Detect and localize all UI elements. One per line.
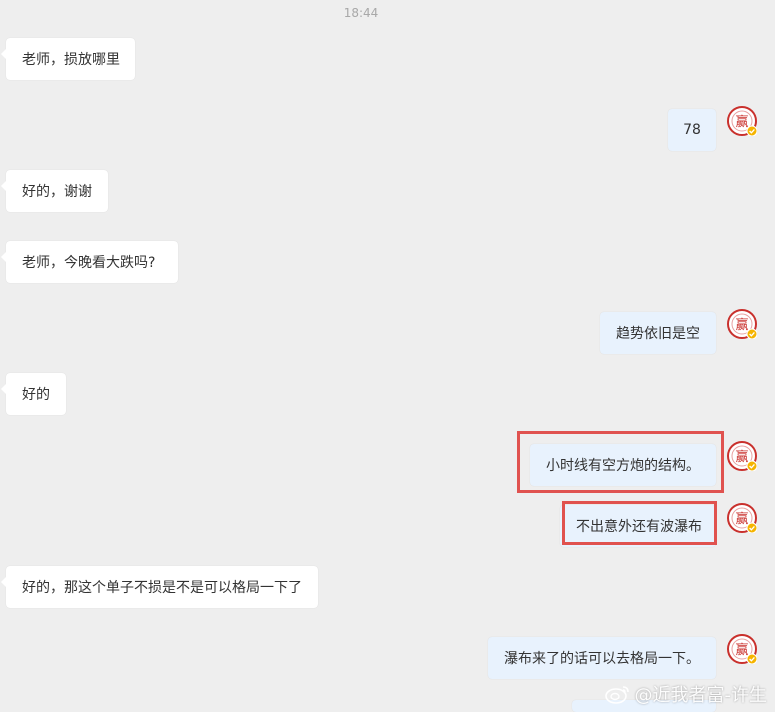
chat-timestamp: 18:44 — [343, 6, 379, 20]
avatar-icon: 赢 — [727, 503, 757, 533]
message-text: 好的 — [22, 387, 50, 403]
message-text: 78 — [683, 122, 701, 138]
message-text: 好的，那这个单子不损是不是可以格局一下了 — [22, 580, 302, 596]
user-avatar[interactable]: 赢 — [727, 106, 757, 136]
message-bubble-outgoing[interactable]: 小时线有空方炮的结构。 — [530, 444, 716, 486]
message-bubble-outgoing[interactable]: 不出意外还有波瀑布 — [560, 505, 716, 547]
message-text: 老师，今晚看大跌吗? — [22, 255, 156, 271]
avatar-icon: 赢 — [727, 634, 757, 664]
watermark-text: @近我者富-许生 — [634, 685, 768, 706]
message-text: 好的，谢谢 — [22, 184, 92, 200]
message-bubble-incoming[interactable]: 老师，损放哪里 — [1, 38, 135, 80]
message-bubble-incoming[interactable]: 好的，谢谢 — [1, 170, 108, 212]
message-bubble-incoming[interactable]: 好的 — [1, 373, 66, 415]
svg-text:赢: 赢 — [735, 317, 748, 333]
message-text: 趋势依旧是空 — [616, 326, 700, 342]
user-avatar[interactable]: 赢 — [727, 503, 757, 533]
user-avatar[interactable]: 赢 — [727, 309, 757, 339]
message-bubble-outgoing[interactable]: 趋势依旧是空 — [600, 312, 716, 354]
avatar-icon: 赢 — [727, 441, 757, 471]
svg-text:赢: 赢 — [735, 642, 748, 658]
message-text: 老师，损放哪里 — [22, 52, 120, 68]
user-avatar[interactable]: 赢 — [727, 634, 757, 664]
message-text: 不出意外还有波瀑布 — [576, 519, 702, 535]
avatar-icon: 赢 — [727, 309, 757, 339]
message-text: 小时线有空方炮的结构。 — [546, 458, 700, 474]
avatar-icon: 赢 — [727, 106, 757, 136]
svg-text:赢: 赢 — [735, 511, 748, 527]
message-bubble-outgoing[interactable]: 瀑布来了的话可以去格局一下。 — [488, 637, 716, 679]
message-bubble-incoming[interactable]: 好的，那这个单子不损是不是可以格局一下了 — [1, 566, 318, 608]
user-avatar[interactable]: 赢 — [727, 441, 757, 471]
weibo-icon — [604, 686, 629, 704]
message-bubble-incoming[interactable]: 老师，今晚看大跌吗? — [1, 241, 178, 283]
message-text: 瀑布来了的话可以去格局一下。 — [504, 651, 700, 667]
svg-text:赢: 赢 — [735, 449, 748, 465]
watermark: @近我者富-许生 — [604, 681, 768, 707]
svg-text:赢: 赢 — [735, 114, 748, 130]
message-bubble-outgoing[interactable]: 78 — [668, 109, 716, 151]
